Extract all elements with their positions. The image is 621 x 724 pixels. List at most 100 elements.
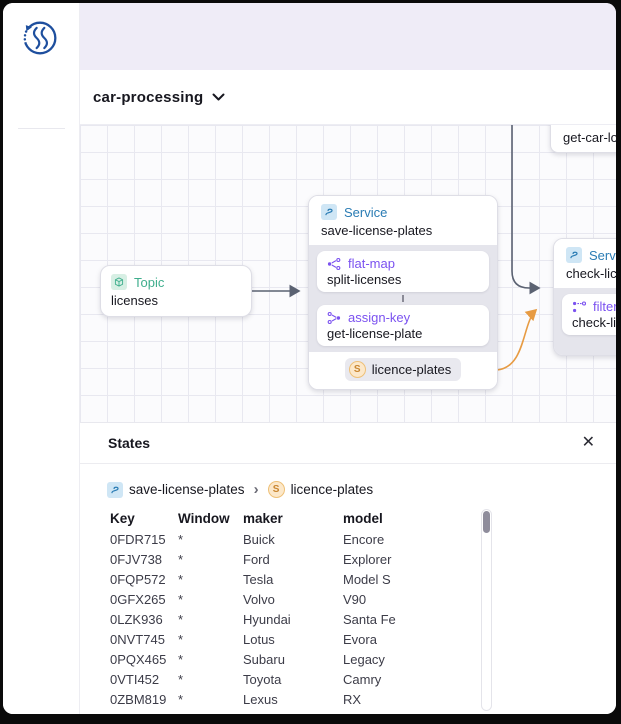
cell-window: * (178, 612, 243, 627)
state-chip-label: licence-plates (372, 362, 452, 377)
operator-type-label: assign-key (348, 310, 410, 325)
service-name: check-licen (566, 266, 616, 281)
column-header-window: Window (178, 511, 243, 526)
table-row: 0PQX465 * Subaru Legacy (80, 649, 616, 669)
cell-key: 0VTI452 (110, 672, 178, 687)
cell-key: 0NVT745 (110, 632, 178, 647)
topic-type-label: Topic (134, 275, 164, 290)
table-row: 0LZK936 * Hyundai Santa Fe (80, 609, 616, 629)
cell-key: 0ZBM819 (110, 692, 178, 707)
cell-model: Encore (343, 532, 616, 547)
cell-window: * (178, 572, 243, 587)
top-banner (80, 3, 616, 70)
sidebar (3, 3, 80, 714)
cell-model: V90 (343, 592, 616, 607)
cell-window: * (178, 592, 243, 607)
bytewax-logo[interactable] (17, 15, 63, 61)
service-squiggle-icon (321, 204, 337, 220)
table-row: 0FQP572 * Tesla Model S (80, 569, 616, 589)
edge-top-to-check-service (512, 125, 539, 288)
cell-maker: Lexus (243, 692, 343, 707)
cell-window: * (178, 532, 243, 547)
topic-node-licenses[interactable]: Topic licenses (100, 265, 252, 317)
filter-map-icon (572, 300, 586, 314)
table-row: 0ZKL379 * Subaru Forester (80, 709, 616, 714)
state-badge-icon: S (349, 361, 366, 378)
operator-type-label: filter-m (593, 299, 616, 314)
pipeline-canvas[interactable]: Topic licenses Service save-license-plat… (80, 125, 616, 422)
waves-circle-logo-icon (17, 15, 63, 61)
cell-maker: Tesla (243, 572, 343, 587)
cell-model: Evora (343, 632, 616, 647)
service-node-check-license[interactable]: Service check-licen filter-m (553, 238, 616, 356)
table-body: 0FDR715 * Buick Encore 0FJV738 * Ford Ex… (80, 529, 616, 714)
cell-key: 0FQP572 (110, 572, 178, 587)
cell-model: Explorer (343, 552, 616, 567)
cell-maker: Hyundai (243, 612, 343, 627)
states-panel-title: States (108, 435, 150, 451)
cell-model: Legacy (343, 652, 616, 667)
operators-section: filter-m check-lice (554, 288, 616, 355)
cell-window: * (178, 552, 243, 567)
cell-key: 0FJV738 (110, 552, 178, 567)
table-row: 0GFX265 * Volvo V90 (80, 589, 616, 609)
node-get-car-location-partial[interactable]: get-car-lo (550, 125, 616, 153)
operators-section: flat-map split-licenses assign-key (309, 245, 497, 352)
sidebar-divider (18, 128, 65, 129)
app-window: car-processing (3, 3, 616, 714)
service-type-label: Service (344, 205, 387, 220)
cell-key: 0LZK936 (110, 612, 178, 627)
cell-maker: Lotus (243, 632, 343, 647)
operator-filter-map[interactable]: filter-m check-lice (562, 294, 616, 335)
operator-name: split-licenses (327, 272, 479, 287)
cell-model: Model S (343, 572, 616, 587)
cell-window: * (178, 672, 243, 687)
breadcrumb-separator-icon: › (252, 481, 261, 498)
cell-maker: Subaru (243, 652, 343, 667)
breadcrumb-state[interactable]: S licence-plates (268, 481, 374, 498)
cell-window: * (178, 692, 243, 707)
table-scrollbar-track[interactable] (481, 509, 492, 711)
cell-window: * (178, 632, 243, 647)
cell-key: 0GFX265 (110, 592, 178, 607)
cell-window: * (178, 652, 243, 667)
table-scrollbar-thumb[interactable] (483, 511, 490, 533)
breadcrumb-service-label: save-license-plates (129, 482, 245, 497)
breadcrumb-state-label: licence-plates (291, 482, 374, 497)
breadcrumb-service[interactable]: save-license-plates (107, 482, 245, 498)
pipeline-title: car-processing (93, 89, 203, 106)
operator-assign-key[interactable]: assign-key get-license-plate (317, 305, 489, 346)
service-squiggle-icon (107, 482, 123, 498)
state-chip-licence-plates[interactable]: S licence-plates (345, 358, 462, 381)
chevron-down-icon (212, 93, 225, 101)
topic-name: licenses (111, 293, 241, 308)
cell-maker: Volvo (243, 592, 343, 607)
cell-maker: Ford (243, 552, 343, 567)
cell-maker: Subaru (243, 712, 343, 715)
operator-flat-map[interactable]: flat-map split-licenses (317, 251, 489, 292)
topic-cube-icon (111, 274, 127, 290)
service-type-label: Service (589, 248, 616, 263)
pipeline-selector[interactable]: car-processing (93, 89, 225, 106)
column-header-key: Key (110, 511, 178, 526)
states-panel: States ✕ save-license-plates › S licence… (80, 422, 616, 714)
cell-model: Camry (343, 672, 616, 687)
breadcrumb: save-license-plates › S licence-plates (80, 464, 616, 500)
edge-state-to-filter (497, 310, 536, 370)
cell-maker: Buick (243, 532, 343, 547)
table-row: 0VTI452 * Toyota Camry (80, 669, 616, 689)
service-node-save-license-plates[interactable]: Service save-license-plates flat-map (308, 195, 498, 390)
service-name: save-license-plates (321, 223, 485, 238)
cell-model: RX (343, 692, 616, 707)
operator-type-label: flat-map (348, 256, 395, 271)
column-header-model: model (343, 511, 616, 526)
assign-key-icon (327, 311, 341, 325)
operator-name: check-lice (572, 315, 616, 330)
pipeline-bar: car-processing (80, 70, 616, 125)
cell-key: 0ZKL379 (110, 712, 178, 715)
states-table: Key Window maker model 0FDR715 * Buick E… (80, 507, 616, 714)
cell-window: * (178, 712, 243, 715)
cell-key: 0PQX465 (110, 652, 178, 667)
flat-map-icon (327, 257, 341, 271)
close-icon[interactable]: ✕ (582, 435, 595, 451)
